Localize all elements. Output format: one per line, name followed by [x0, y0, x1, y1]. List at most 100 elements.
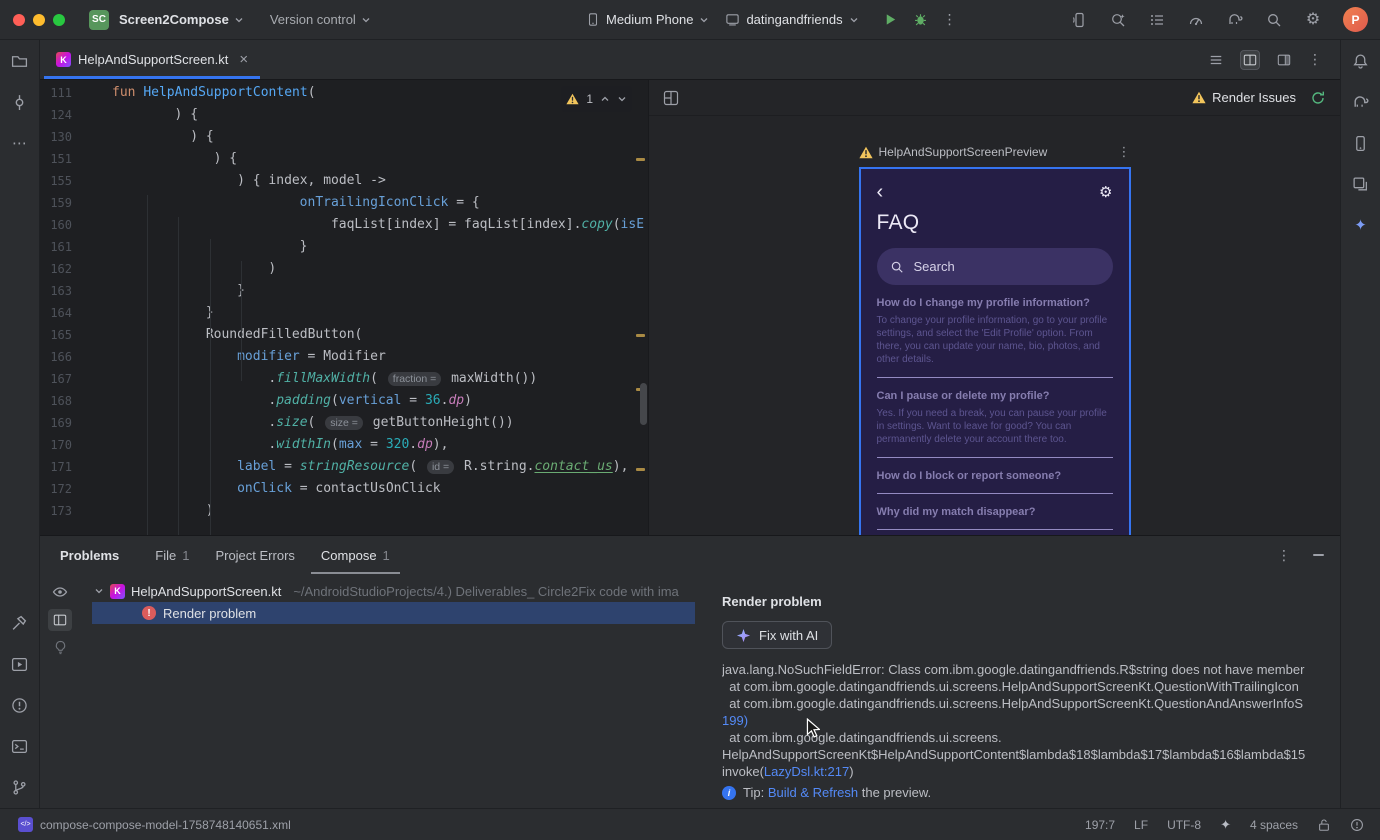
inspections-widget-button[interactable]: [1350, 818, 1364, 832]
code-editor[interactable]: 111 fun HelpAndSupportContent(124) {130) …: [40, 80, 648, 535]
code-line[interactable]: 165 RoundedFilledButton(: [40, 324, 648, 346]
stack-trace-link[interactable]: 199): [722, 713, 748, 728]
run-tool-button[interactable]: [11, 655, 29, 673]
code-line[interactable]: 159 onTrailingIconClick = {: [40, 192, 648, 214]
faq-item[interactable]: How do I block or report someone?: [876, 470, 1113, 494]
faq-item[interactable]: Can I pause or delete my profile? Yes. If…: [876, 390, 1113, 458]
faq-item[interactable]: Why did my match disappear?: [876, 506, 1113, 530]
project-tool-button[interactable]: [11, 52, 29, 70]
todo-list-button[interactable]: [1148, 11, 1166, 29]
view-mode-button[interactable]: [48, 609, 72, 631]
panel-tab-compose[interactable]: Compose 1: [311, 536, 400, 574]
code-line[interactable]: 162): [40, 258, 648, 280]
profiler-button[interactable]: [1187, 11, 1205, 29]
gemini-tool-button[interactable]: ✦: [1352, 216, 1370, 234]
code-line[interactable]: 124) {: [40, 104, 648, 126]
notifications-tool-button[interactable]: [1352, 52, 1370, 70]
chevron-down-icon[interactable]: [94, 586, 104, 596]
gradle-tool-button[interactable]: [1352, 93, 1370, 111]
line-separator[interactable]: LF: [1134, 818, 1148, 832]
run-button[interactable]: [883, 12, 898, 27]
code-line[interactable]: 130) {: [40, 126, 648, 148]
preview-layout-button[interactable]: [663, 90, 679, 106]
code-line[interactable]: 151) {: [40, 148, 648, 170]
panel-tab-project-errors[interactable]: Project Errors: [205, 536, 304, 574]
ai-status-icon[interactable]: ✦: [1220, 818, 1231, 831]
run-actions: ⋮: [883, 11, 957, 28]
gradle-elephant-icon: [1354, 95, 1369, 107]
main-area: K HelpAndSupportScreen.kt × ⋮ 111 fun Hel…: [40, 40, 1340, 808]
editor-scrollbar[interactable]: [640, 383, 647, 425]
statusbar-file[interactable]: </> compose-compose-model-1758748140651.…: [18, 817, 291, 832]
resource-manager-tool-button[interactable]: [1352, 175, 1370, 193]
close-button[interactable]: [13, 13, 25, 26]
preview-card-header[interactable]: HelpAndSupportScreenPreview ⋮: [858, 144, 1131, 160]
render-issues-button[interactable]: Render Issues: [1192, 90, 1296, 105]
caret-position[interactable]: 197:7: [1085, 818, 1115, 832]
problems-tool-button[interactable]: [11, 696, 29, 714]
code-line[interactable]: 168 .padding(vertical = 36.dp): [40, 390, 648, 412]
version-control-tool-button[interactable]: [11, 778, 29, 796]
editor-menu-button[interactable]: ⋮: [1308, 51, 1322, 68]
preview-menu-button[interactable]: ⋮: [1118, 144, 1131, 160]
gradle-sync-button[interactable]: [1226, 11, 1244, 29]
minimize-button[interactable]: [33, 13, 45, 26]
commit-tool-button[interactable]: [11, 93, 29, 111]
device-selector[interactable]: Medium Phone: [586, 12, 709, 27]
fix-with-ai-button[interactable]: Fix with AI: [722, 621, 833, 649]
code-line[interactable]: 167 .fillMaxWidth( fraction = maxWidth()): [40, 368, 648, 390]
code-line[interactable]: 170 .widthIn(max = 320.dp),: [40, 434, 648, 456]
settings-button[interactable]: ⚙: [1304, 11, 1322, 29]
alert-circle-icon: [12, 697, 27, 713]
debug-button[interactable]: [913, 12, 928, 27]
panel-minimize-button[interactable]: [1313, 554, 1324, 556]
file-encoding[interactable]: UTF-8: [1167, 818, 1201, 832]
quickfix-bulb-button[interactable]: [53, 640, 68, 655]
stack-trace-link[interactable]: LazyDsl.kt:217: [764, 764, 849, 779]
chevron-down-icon[interactable]: [617, 94, 627, 104]
code-line[interactable]: 161}: [40, 236, 648, 258]
split-editor-button[interactable]: [1240, 49, 1260, 70]
inspection-widget[interactable]: 1: [561, 86, 632, 112]
zoom-button[interactable]: [53, 13, 65, 26]
split-right-button[interactable]: [1274, 50, 1294, 70]
phone-preview[interactable]: ‹ ⚙ FAQ Search How do I change my profil…: [858, 167, 1131, 535]
more-tools-button[interactable]: ⋯: [11, 134, 29, 152]
editor-tab[interactable]: K HelpAndSupportScreen.kt ×: [44, 40, 260, 79]
build-refresh-link[interactable]: Build & Refresh: [768, 785, 858, 800]
ai-search-button[interactable]: [1109, 11, 1127, 29]
code-line[interactable]: 111 fun HelpAndSupportContent(: [40, 82, 648, 104]
warning-stripe-mark: [636, 158, 645, 161]
more-run-options-button[interactable]: ⋮: [943, 11, 957, 28]
tab-close-icon[interactable]: ×: [239, 51, 248, 68]
panel-menu-button[interactable]: ⋮: [1277, 547, 1291, 564]
build-tool-button[interactable]: [11, 614, 29, 632]
code-line[interactable]: 164}: [40, 302, 648, 324]
panel-tab-file[interactable]: File 1: [145, 536, 199, 574]
code-line[interactable]: 155) { index, model ->: [40, 170, 648, 192]
device-mirror-button[interactable]: [1070, 11, 1088, 29]
terminal-tool-button[interactable]: [11, 737, 29, 755]
code-line[interactable]: 163}: [40, 280, 648, 302]
tree-file-row[interactable]: K HelpAndSupportScreen.kt ~/AndroidStudi…: [80, 580, 710, 602]
faq-item[interactable]: How do I change my profile information? T…: [876, 297, 1113, 378]
device-manager-tool-button[interactable]: [1352, 134, 1370, 152]
vcs-menu[interactable]: Version control: [270, 12, 371, 27]
preview-toggle-button[interactable]: [52, 584, 68, 600]
code-line[interactable]: 173): [40, 500, 648, 522]
code-line[interactable]: 171 label = stringResource( id = R.string…: [40, 456, 648, 478]
indent-config[interactable]: 4 spaces: [1250, 818, 1298, 832]
search-button[interactable]: [1265, 11, 1283, 29]
code-line[interactable]: 172 onClick = contactUsOnClick: [40, 478, 648, 500]
tab-list-button[interactable]: [1206, 50, 1226, 70]
chevron-up-icon[interactable]: [600, 94, 610, 104]
lock-button[interactable]: [1317, 818, 1331, 832]
run-config-selector[interactable]: datingandfriends: [725, 12, 858, 27]
code-line[interactable]: 169 .size( size = getButtonHeight()): [40, 412, 648, 434]
code-line[interactable]: 166 modifier = Modifier: [40, 346, 648, 368]
build-refresh-button[interactable]: [1310, 90, 1326, 106]
render-problem-row[interactable]: ! Render problem: [92, 602, 695, 624]
code-line[interactable]: 160 faqList[index] = faqList[index].copy(…: [40, 214, 648, 236]
profile-avatar[interactable]: P: [1343, 7, 1368, 32]
project-menu[interactable]: Screen2Compose: [119, 12, 244, 27]
